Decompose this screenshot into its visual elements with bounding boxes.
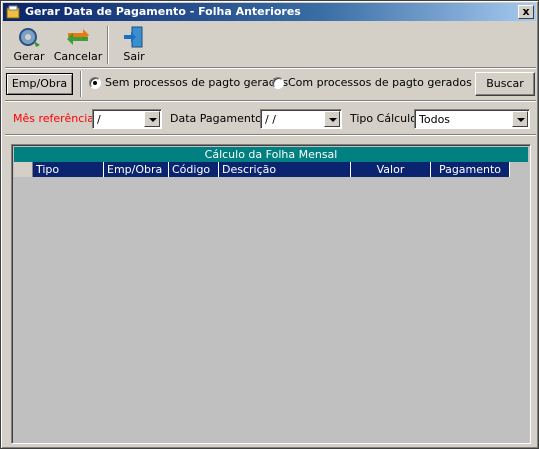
row-indicator-header (14, 162, 33, 177)
cancelar-label: Cancelar (53, 50, 103, 63)
radio-sem-label: Sem processos de pagto gerados (105, 76, 289, 89)
swap-arrows-icon (67, 29, 89, 45)
toolbar: Gerar Cancelar Sair (3, 23, 536, 67)
column-header-emp-obra[interactable]: Emp/Obra (104, 162, 169, 177)
tipo-calculo-combo[interactable]: Todos (414, 109, 530, 129)
tipo-calculo-value: Todos (419, 113, 451, 126)
data-pagamento-value: / / (265, 113, 276, 126)
radio-com-processos[interactable] (272, 77, 284, 89)
close-icon: x (522, 5, 530, 18)
filter-separator (80, 71, 82, 97)
filter-divider (5, 100, 536, 102)
buscar-button[interactable]: Buscar (475, 72, 535, 96)
window-title: Gerar Data de Pagamento - Folha Anterior… (25, 5, 301, 18)
toolbar-separator (107, 26, 109, 64)
column-header-pagamento[interactable]: Pagamento (431, 162, 510, 177)
data-pagamento-combo[interactable]: / / (260, 109, 342, 129)
folder-calendar-icon (6, 5, 20, 19)
data-pagamento-label: Data Pagamento: (170, 112, 266, 125)
radio-selected-dot (93, 81, 97, 85)
gerar-button[interactable]: Gerar (9, 23, 49, 67)
toolbar-divider (5, 67, 536, 69)
sair-label: Sair (123, 50, 145, 63)
column-header-descricao[interactable]: Descrição (219, 162, 351, 177)
calculo-grid[interactable]: Cálculo da Folha Mensal Tipo Emp/Obra Có… (11, 144, 531, 444)
mes-referencia-value: / (97, 113, 101, 126)
radio-com-label: Com processos de pagto gerados (288, 76, 472, 89)
cancelar-button[interactable]: Cancelar (53, 23, 103, 67)
gear-refresh-icon (19, 28, 40, 47)
radio-sem-processos[interactable] (89, 77, 101, 89)
grid-band-title: Cálculo da Folha Mensal (14, 147, 528, 162)
mes-referencia-label: Mês referência: (13, 112, 98, 125)
gerar-label: Gerar (13, 50, 45, 63)
column-header-tipo[interactable]: Tipo (33, 162, 104, 177)
chevron-down-icon[interactable] (144, 111, 160, 127)
column-header-codigo[interactable]: Código (169, 162, 219, 177)
tipo-calculo-label: Tipo Cálculo: (350, 112, 421, 125)
close-button[interactable]: x (518, 5, 534, 19)
chevron-down-icon[interactable] (512, 111, 528, 127)
emp-obra-button[interactable]: Emp/Obra (6, 73, 73, 95)
sair-button[interactable]: Sair (117, 23, 151, 67)
title-bar: Gerar Data de Pagamento - Folha Anterior… (3, 3, 536, 21)
exit-door-icon (124, 26, 143, 48)
grid-divider (5, 134, 536, 136)
column-header-valor[interactable]: Valor (351, 162, 431, 177)
main-window: Gerar Data de Pagamento - Folha Anterior… (0, 0, 539, 449)
mes-referencia-combo[interactable]: / (92, 109, 162, 129)
chevron-down-icon[interactable] (324, 111, 340, 127)
